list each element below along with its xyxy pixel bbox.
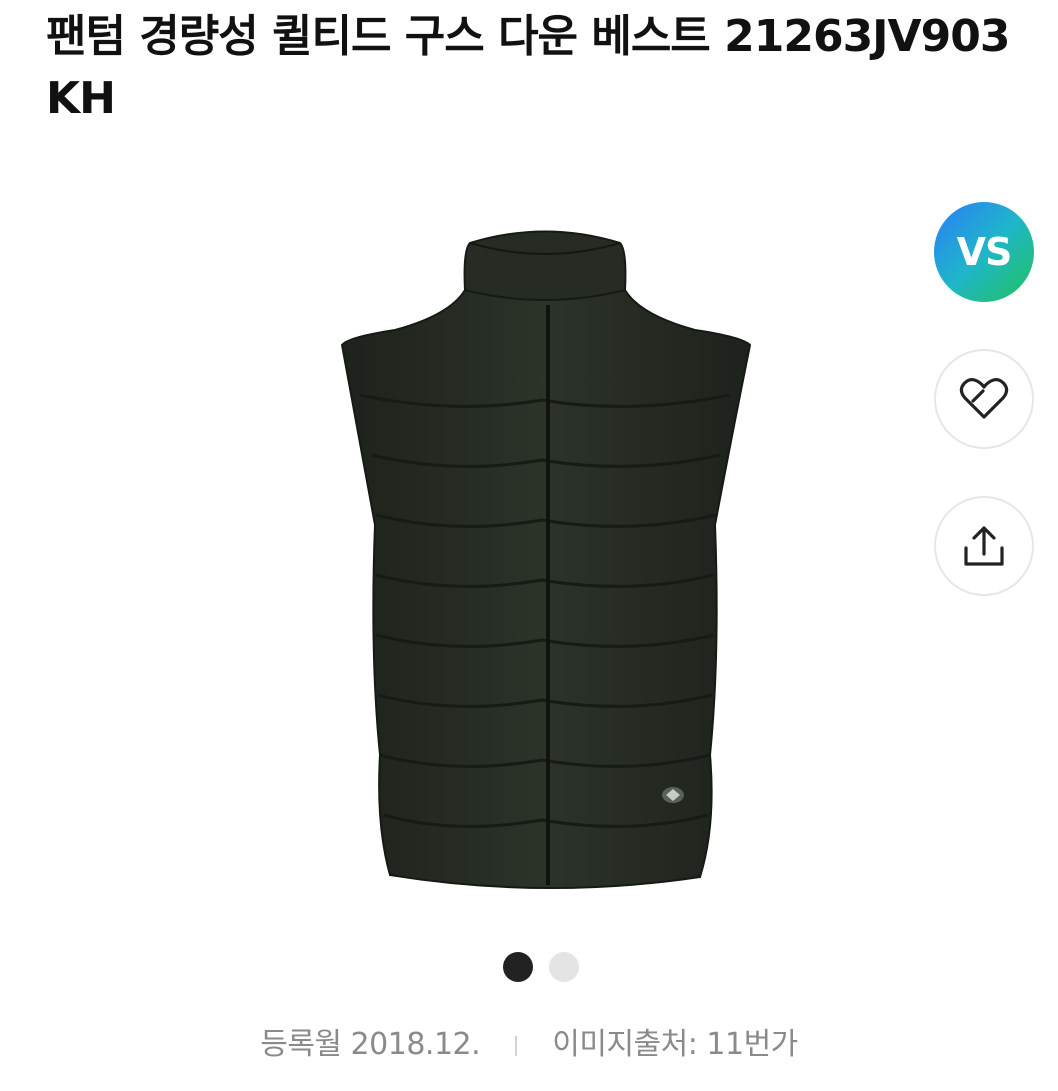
product-title: 팬텀 경량성 퀼티드 구스 다운 베스트 21263JV903 KH <box>46 11 1010 124</box>
pagination-dot-1[interactable] <box>503 952 533 982</box>
brand-logo-patch <box>662 787 684 803</box>
pagination-dot-2[interactable] <box>549 952 579 982</box>
vest-collar <box>463 230 627 301</box>
vs-label: VS <box>956 230 1013 274</box>
image-pagination <box>503 952 579 982</box>
product-image[interactable] <box>280 195 800 915</box>
like-button[interactable] <box>934 349 1034 449</box>
share-button[interactable] <box>934 496 1034 596</box>
image-source: 이미지출처: 11번가 <box>552 1027 798 1062</box>
share-upload-icon <box>964 526 1004 566</box>
heart-outline-icon <box>959 378 1009 419</box>
vs-compare-button[interactable]: VS <box>934 202 1034 302</box>
meta-divider <box>515 1035 518 1056</box>
vest-image <box>340 230 752 889</box>
registration-date: 등록월 2018.12. <box>260 1027 481 1062</box>
product-meta: 등록월 2018.12. 이미지출처: 11번가 <box>0 1022 1058 1068</box>
